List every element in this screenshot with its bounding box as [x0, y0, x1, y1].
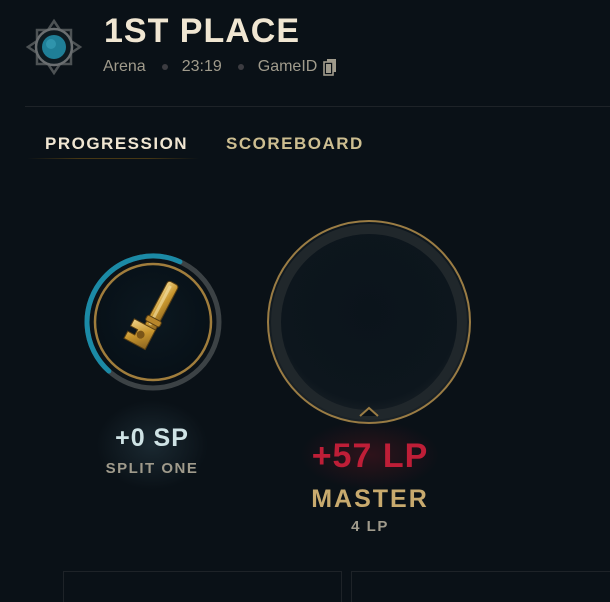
tab-scoreboard[interactable]: SCOREBOARD — [226, 134, 364, 154]
separator-dot — [237, 64, 244, 70]
lp-change: +57 LP — [311, 437, 429, 475]
game-meta: Arena 23:19 GameID — [103, 58, 337, 76]
split-name: SPLIT ONE — [105, 460, 199, 477]
split-points-change: +0 SP — [115, 424, 189, 452]
arena-emblem-icon — [25, 18, 83, 76]
rank-tier: MASTER — [311, 485, 429, 513]
header-divider — [25, 106, 610, 107]
game-id-label: GameID — [257, 58, 318, 75]
split-progress-ring — [84, 253, 222, 391]
game-mode: Arena — [103, 58, 146, 75]
rank-current-lp: 4 LP — [351, 518, 389, 535]
copy-icon[interactable] — [323, 58, 337, 76]
rank-emblem — [267, 219, 471, 425]
game-duration: 23:19 — [181, 58, 222, 75]
tab-progression[interactable]: PROGRESSION — [45, 134, 188, 154]
bottom-panel-right — [351, 571, 610, 602]
active-tab-indicator — [27, 158, 199, 159]
separator-dot — [161, 64, 168, 70]
bottom-panel-left — [63, 571, 342, 602]
page-title: 1ST PLACE — [104, 12, 301, 50]
